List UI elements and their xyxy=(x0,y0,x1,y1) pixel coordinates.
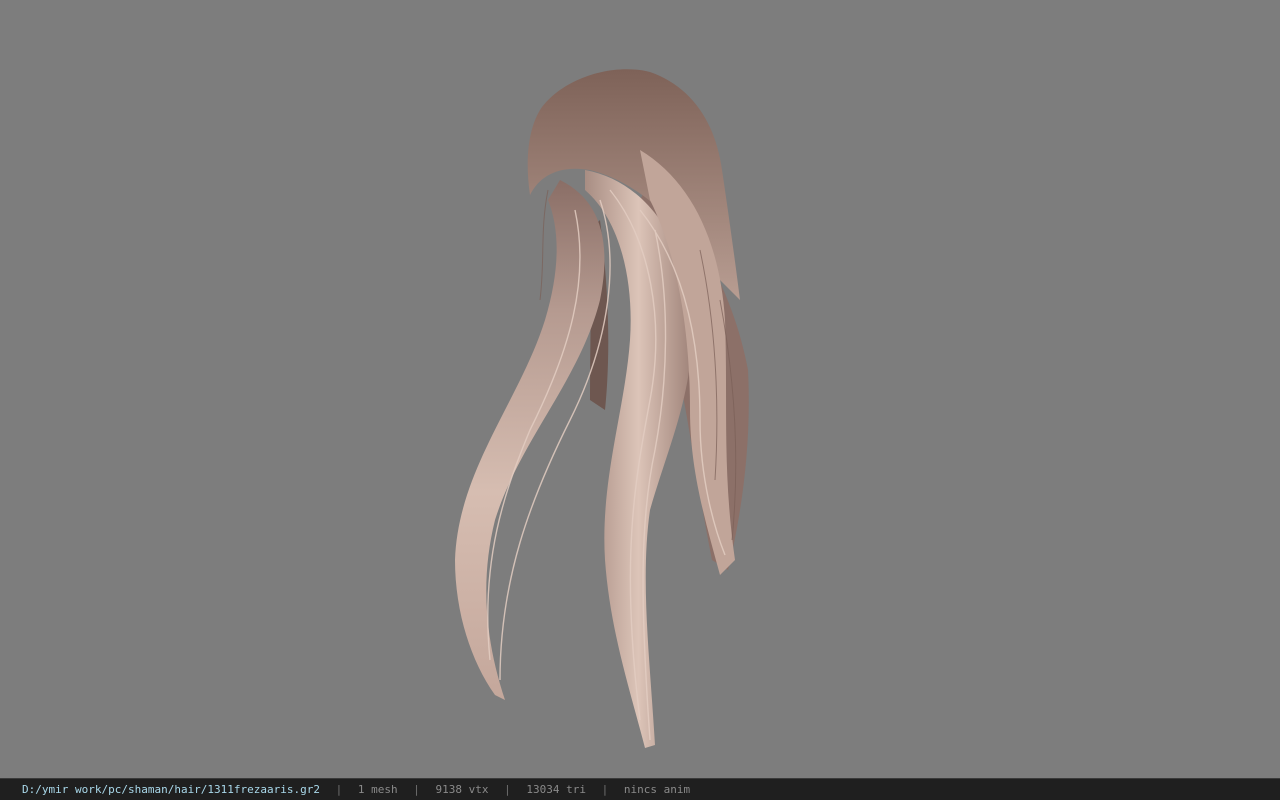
hair-left-strand xyxy=(455,180,605,700)
status-separator: | xyxy=(504,783,511,796)
file-path: D:/ymir work/pc/shaman/hair/1311frezaari… xyxy=(22,783,321,796)
vertex-count: 9138 vtx xyxy=(435,783,489,796)
status-separator: | xyxy=(335,783,343,796)
mesh-count: 1 mesh xyxy=(357,783,398,796)
hair-model[interactable] xyxy=(0,0,1280,778)
status-separator: | xyxy=(413,783,420,796)
animation-status: nincs anim xyxy=(623,783,691,796)
triangle-count: 13034 tri xyxy=(526,783,586,796)
status-bar: D:/ymir work/pc/shaman/hair/1311frezaari… xyxy=(0,778,1280,800)
3d-viewport[interactable] xyxy=(0,0,1280,778)
status-separator: | xyxy=(601,783,609,796)
